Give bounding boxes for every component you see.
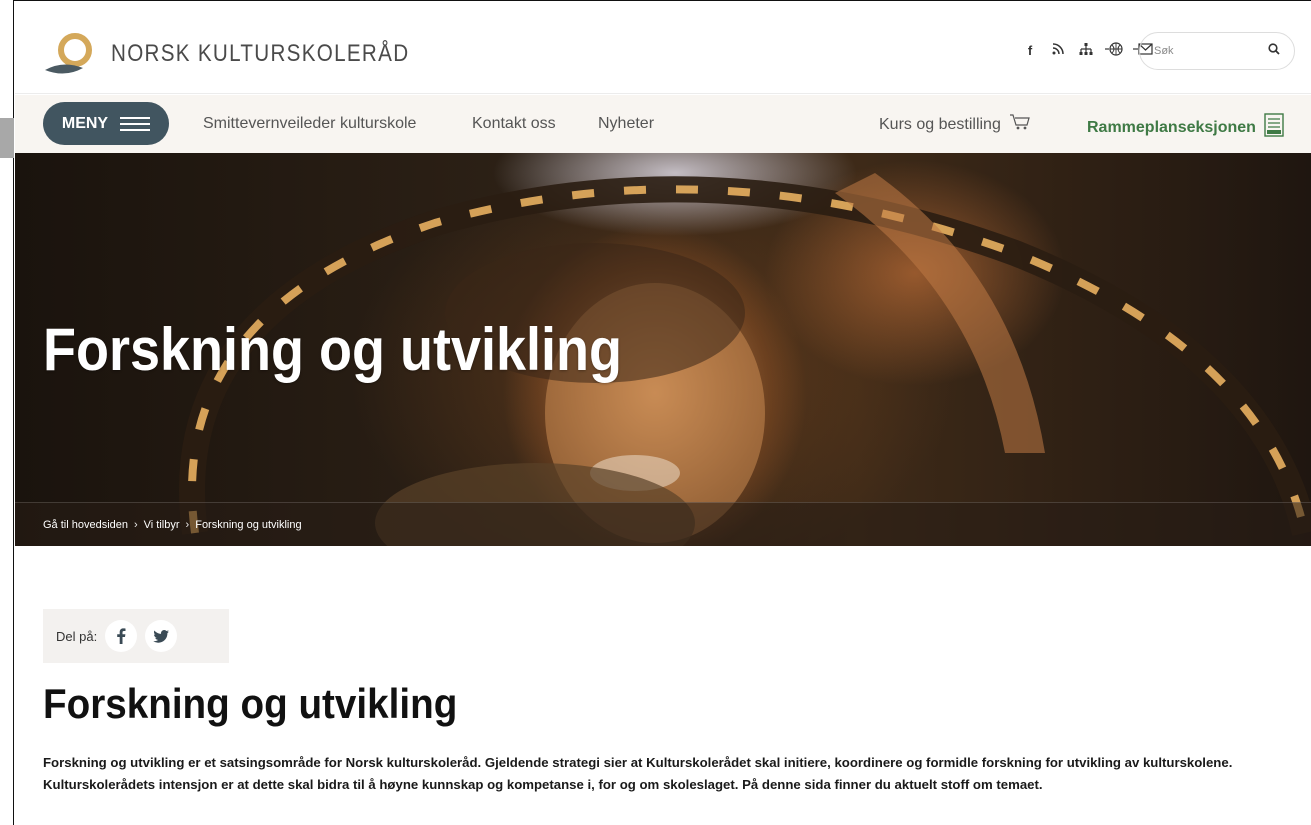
menu-button-label: MENY <box>61 114 109 132</box>
share-label: Del på: <box>56 628 98 644</box>
logo-text: NORSK KULTURSKOLERÅD <box>111 40 410 67</box>
framework-link[interactable]: Rammeplanseksjonen <box>1087 113 1284 142</box>
search-box[interactable] <box>1139 32 1295 70</box>
search-icon[interactable] <box>1268 42 1280 60</box>
breadcrumb-home[interactable]: Gå til hovedsiden <box>43 519 128 531</box>
document-icon <box>1264 113 1284 142</box>
shop-link[interactable]: Kurs og bestilling <box>879 113 1031 136</box>
nav-link-smittevern[interactable]: Smittevernveileder kulturskole <box>203 115 416 133</box>
language-icon[interactable] <box>1105 42 1123 59</box>
share-box: Del på: <box>43 609 229 663</box>
page-title: Forskning og utvikling <box>43 680 458 727</box>
breadcrumb: Gå til hovedsiden › Vi tilbyr › Forsknin… <box>15 502 1311 546</box>
main-nav: MENY Smittevernveileder kulturskole Kont… <box>15 95 1311 153</box>
rss-icon[interactable] <box>1049 43 1067 58</box>
framework-link-label: Rammeplanseksjonen <box>1087 118 1256 136</box>
site-logo[interactable]: NORSK KULTURSKOLERÅD <box>43 30 458 78</box>
breadcrumb-separator: › <box>185 518 190 531</box>
search-input[interactable] <box>1154 45 1254 57</box>
menu-button[interactable]: MENY <box>43 102 169 145</box>
share-facebook-icon[interactable] <box>105 620 138 652</box>
facebook-icon[interactable]: f <box>1021 43 1039 58</box>
hero-title: Forskning og utvikling <box>43 316 623 383</box>
breadcrumb-separator: › <box>134 518 138 531</box>
side-tab[interactable] <box>0 118 14 158</box>
shop-link-label: Kurs og bestilling <box>879 115 1001 133</box>
intro-paragraph: Forskning og utvikling er et satsingsomr… <box>43 755 1233 792</box>
social-links: f <box>1021 42 1153 59</box>
cart-icon <box>1009 113 1031 136</box>
hero-banner: Forskning og utvikling Gå til hovedsiden… <box>15 153 1311 546</box>
site-header: NORSK KULTURSKOLERÅD f <box>15 8 1311 94</box>
sitemap-icon[interactable] <box>1077 43 1095 58</box>
window-frame-top <box>14 0 1311 8</box>
hamburger-icon <box>120 116 151 131</box>
share-twitter-icon[interactable] <box>145 620 178 652</box>
breadcrumb-current: Forskning og utvikling <box>195 518 302 531</box>
nav-link-kontakt[interactable]: Kontakt oss <box>472 115 556 133</box>
logo-icon <box>43 30 97 78</box>
nav-link-nyheter[interactable]: Nyheter <box>598 115 654 133</box>
breadcrumb-vi-tilbyr[interactable]: Vi tilbyr <box>144 519 180 531</box>
